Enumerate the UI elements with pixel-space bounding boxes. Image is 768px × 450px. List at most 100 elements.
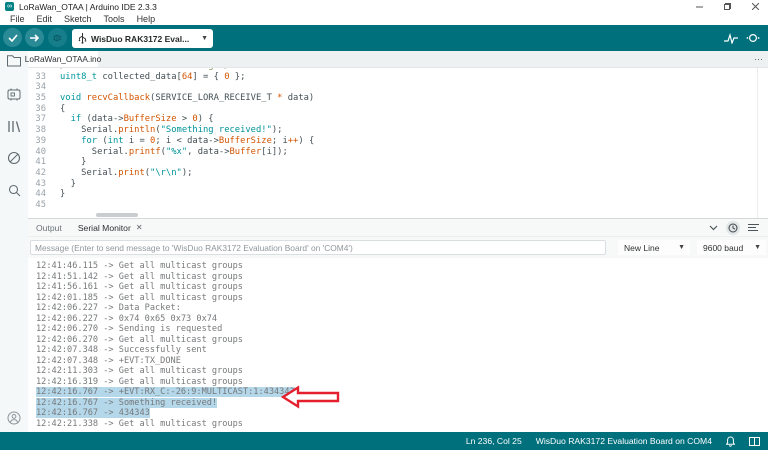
editor-horizontal-scrollbar[interactable] bbox=[96, 213, 138, 217]
serial-input-row: New Line ▼ 9600 baud ▼ bbox=[28, 237, 768, 258]
serial-line: 12:42:06.227 -> 0x74 0x65 0x73 0x74 bbox=[36, 314, 768, 325]
line-ending-select[interactable]: New Line ▼ bbox=[618, 240, 690, 255]
sidebar-item-account[interactable] bbox=[6, 410, 22, 426]
board-selector-label: WisDuo RAK3172 Eval... bbox=[91, 34, 189, 44]
clock-icon bbox=[728, 223, 738, 233]
code-editor[interactable]: 32/** Packet buffer for sending */33uint… bbox=[28, 68, 768, 218]
chip-icon bbox=[7, 88, 21, 101]
cursor-position[interactable]: Ln 236, Col 25 bbox=[466, 436, 522, 446]
serial-line: 12:41:46.115 -> Get all multicast groups bbox=[36, 261, 768, 272]
sidebar-item-debug[interactable] bbox=[6, 150, 22, 166]
bell-icon bbox=[726, 436, 735, 447]
serial-line: 12:42:06.227 -> Data Packet: bbox=[36, 303, 768, 314]
title-bar: ∞ LoRaWan_OTAA | Arduino IDE 2.3.3 bbox=[0, 0, 768, 13]
serial-plotter-button[interactable] bbox=[722, 29, 740, 47]
clear-output-button[interactable] bbox=[746, 221, 760, 235]
usb-icon bbox=[78, 33, 87, 44]
serial-line: 12:41:51.142 -> Get all multicast groups bbox=[36, 272, 768, 283]
check-icon bbox=[8, 34, 18, 42]
annotation-arrow-icon bbox=[281, 385, 341, 409]
code-line: 34 bbox=[28, 82, 768, 93]
account-icon bbox=[7, 411, 21, 425]
search-icon bbox=[8, 184, 21, 197]
sidebar-item-sketchbook[interactable] bbox=[6, 53, 22, 69]
menu-tools[interactable]: Tools bbox=[98, 13, 131, 25]
app-icon: ∞ bbox=[5, 2, 14, 11]
code-line: 44} bbox=[28, 189, 768, 200]
serial-line: 12:42:16.767 -> 434343 bbox=[36, 408, 768, 419]
menu-sketch[interactable]: Sketch bbox=[58, 13, 98, 25]
serial-line: 12:42:07.348 -> Successfully sent bbox=[36, 345, 768, 356]
serial-line: 12:42:16.767 -> Something received! bbox=[36, 398, 768, 409]
upload-button[interactable] bbox=[25, 28, 44, 47]
panel-tab-bar: Output Serial Monitor ✕ bbox=[28, 219, 768, 237]
serial-monitor-tab-label: Serial Monitor bbox=[78, 223, 131, 233]
serial-line: 12:42:06.270 -> Sending is requested bbox=[36, 324, 768, 335]
arrow-right-icon bbox=[30, 34, 40, 42]
status-bar: Ln 236, Col 25 WisDuo RAK3172 Evaluation… bbox=[0, 432, 768, 450]
serial-plotter-icon bbox=[724, 33, 738, 44]
tab-label: LoRaWan_OTAA.ino bbox=[25, 54, 102, 64]
menu-help[interactable]: Help bbox=[131, 13, 162, 25]
code-line: 45 bbox=[28, 200, 768, 211]
baud-rate-select[interactable]: 9600 baud ▼ bbox=[697, 240, 766, 255]
tab-serial-monitor[interactable]: Serial Monitor ✕ bbox=[78, 223, 143, 233]
tab-lorawan-otaa-ino[interactable]: LoRaWan_OTAA.ino bbox=[28, 51, 98, 67]
code-line: 35void recvCallback(SERVICE_LORA_RECEIVE… bbox=[28, 93, 768, 104]
activity-sidebar bbox=[0, 51, 29, 432]
serial-line: 12:42:11.303 -> Get all multicast groups bbox=[36, 366, 768, 377]
debug-button[interactable] bbox=[48, 28, 67, 47]
code-line: 36{ bbox=[28, 104, 768, 115]
menu-edit[interactable]: Edit bbox=[31, 13, 59, 25]
window-title: LoRaWan_OTAA | Arduino IDE 2.3.3 bbox=[19, 1, 157, 13]
verify-button[interactable] bbox=[3, 28, 22, 47]
sidebar-item-search[interactable] bbox=[6, 182, 22, 198]
editor-tab-bar: LoRaWan_OTAA.ino ⋯ bbox=[28, 51, 768, 68]
serial-message-input[interactable] bbox=[30, 240, 606, 255]
menu-bar: File Edit Sketch Tools Help bbox=[0, 13, 768, 25]
board-selector[interactable]: WisDuo RAK3172 Eval... ▼ bbox=[72, 29, 213, 48]
code-line: 39 for (int i = 0; i < data->BufferSize;… bbox=[28, 136, 768, 147]
close-tab-icon[interactable]: ✕ bbox=[136, 223, 143, 232]
serial-monitor-button[interactable] bbox=[744, 29, 762, 47]
menu-file[interactable]: File bbox=[4, 13, 31, 25]
chevron-down-icon: ▼ bbox=[201, 35, 208, 42]
maximize-button[interactable] bbox=[716, 0, 738, 13]
code-line: 41 } bbox=[28, 157, 768, 168]
toggle-timestamp-button[interactable] bbox=[726, 221, 740, 235]
chevron-down-icon bbox=[709, 225, 718, 231]
folder-icon bbox=[7, 55, 21, 67]
serial-monitor-icon bbox=[746, 32, 760, 44]
line-ending-value: New Line bbox=[624, 243, 659, 253]
clear-output-icon bbox=[748, 223, 759, 232]
panel-layout-button[interactable] bbox=[749, 437, 760, 446]
toolbar: WisDuo RAK3172 Eval... ▼ bbox=[0, 25, 768, 51]
serial-line: 12:42:21.338 -> Get all multicast groups bbox=[36, 419, 768, 430]
serial-line: 12:42:07.348 -> +EVT:TX_DONE bbox=[36, 356, 768, 367]
serial-line: 12:42:01.185 -> Get all multicast groups bbox=[36, 293, 768, 304]
code-line: 38 Serial.println("Something received!")… bbox=[28, 125, 768, 136]
minimize-button[interactable] bbox=[688, 0, 710, 13]
serial-output[interactable]: 12:41:46.115 -> Get all multicast groups… bbox=[28, 258, 768, 432]
panel-layout-icon bbox=[749, 437, 760, 446]
collapse-panel-button[interactable] bbox=[706, 221, 720, 235]
baud-rate-value: 9600 baud bbox=[703, 243, 743, 253]
chevron-down-icon: ▼ bbox=[678, 244, 685, 251]
chevron-down-icon: ▼ bbox=[754, 244, 761, 251]
serial-line: 12:42:06.270 -> Get all multicast groups bbox=[36, 335, 768, 346]
board-status[interactable]: WisDuo RAK3172 Evaluation Board on COM4 bbox=[536, 436, 712, 446]
sidebar-item-library-manager[interactable] bbox=[6, 118, 22, 134]
close-button[interactable] bbox=[744, 0, 766, 13]
prohibited-icon bbox=[7, 151, 21, 165]
code-line: 43 } bbox=[28, 179, 768, 190]
serial-line: 12:42:16.767 -> +EVT:RX_C:-26:9:MULTICAS… bbox=[36, 387, 768, 398]
editor-menu-dots-icon[interactable]: ⋯ bbox=[754, 51, 764, 67]
bug-icon bbox=[52, 33, 63, 43]
editor-scrollbar-track[interactable] bbox=[757, 68, 758, 218]
sidebar-item-boards-manager[interactable] bbox=[6, 86, 22, 102]
code-line: 40 Serial.printf("%x", data->Buffer[i]); bbox=[28, 147, 768, 158]
tab-output[interactable]: Output bbox=[36, 223, 62, 233]
code-line: 42 Serial.print("\r\n"); bbox=[28, 168, 768, 179]
serial-line: 12:42:16.319 -> Get all multicast groups bbox=[36, 377, 768, 388]
notifications-button[interactable] bbox=[726, 436, 735, 447]
